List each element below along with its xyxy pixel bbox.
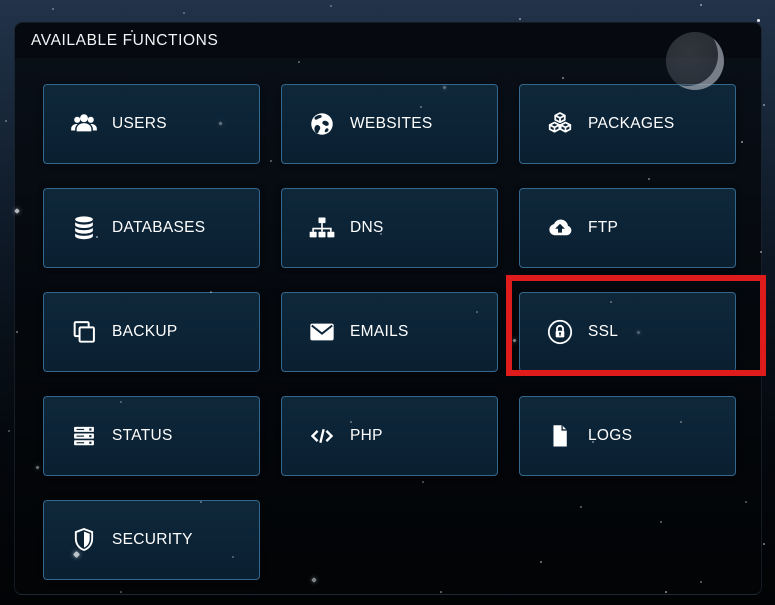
globe-icon xyxy=(307,109,337,139)
cloud-upload-icon xyxy=(545,213,575,243)
star-dot xyxy=(519,18,521,20)
clone-icon xyxy=(69,317,99,347)
star-dot xyxy=(5,120,7,122)
function-button-ftp[interactable]: FTP xyxy=(519,188,736,268)
database-icon xyxy=(69,213,99,243)
function-button-backup[interactable]: BACKUP xyxy=(43,292,260,372)
file-icon xyxy=(545,421,575,451)
panel-header: AVAILABLE FUNCTIONS xyxy=(15,23,761,58)
function-button-php[interactable]: PHP xyxy=(281,396,498,476)
page-background: AVAILABLE FUNCTIONS USERS WEBSITES PACKAGE… xyxy=(0,0,775,605)
function-label: SSL xyxy=(588,323,619,340)
function-label: STATUS xyxy=(112,427,173,444)
function-button-databases[interactable]: DATABASES xyxy=(43,188,260,268)
shield-icon xyxy=(69,525,99,555)
function-label: PACKAGES xyxy=(588,115,675,132)
function-label: PHP xyxy=(350,427,383,444)
function-label: SECURITY xyxy=(112,531,193,548)
star-dot xyxy=(763,104,765,106)
panel-title: AVAILABLE FUNCTIONS xyxy=(31,31,219,49)
star-dot xyxy=(757,19,760,22)
function-button-dns[interactable]: DNS xyxy=(281,188,498,268)
star-dot xyxy=(183,12,185,14)
function-button-websites[interactable]: WEBSITES xyxy=(281,84,498,164)
function-button-logs[interactable]: LOGS xyxy=(519,396,736,476)
function-label: FTP xyxy=(588,219,619,236)
function-button-packages[interactable]: PACKAGES xyxy=(519,84,736,164)
star-dot xyxy=(8,430,10,432)
code-icon xyxy=(307,421,337,451)
function-label: LOGS xyxy=(588,427,633,444)
function-button-security[interactable]: SECURITY xyxy=(43,500,260,580)
star-dot xyxy=(763,543,765,545)
moon-graphic xyxy=(666,32,724,90)
function-label: WEBSITES xyxy=(350,115,433,132)
function-label: EMAILS xyxy=(350,323,409,340)
available-functions-panel: AVAILABLE FUNCTIONS USERS WEBSITES PACKAGE… xyxy=(14,22,762,595)
function-button-ssl[interactable]: SSL xyxy=(519,292,736,372)
sitemap-icon xyxy=(307,213,337,243)
star-dot xyxy=(52,8,54,10)
server-icon xyxy=(69,421,99,451)
function-button-emails[interactable]: EMAILS xyxy=(281,292,498,372)
users-icon xyxy=(69,109,99,139)
star-dot xyxy=(700,4,702,6)
lock-circle-icon xyxy=(545,317,575,347)
function-label: DATABASES xyxy=(112,219,206,236)
envelope-icon xyxy=(307,317,337,347)
functions-grid: USERS WEBSITES PACKAGES DATABASES DNS FTP BACK… xyxy=(43,84,736,580)
cubes-icon xyxy=(545,109,575,139)
function-button-status[interactable]: STATUS xyxy=(43,396,260,476)
star-dot xyxy=(330,5,332,7)
function-label: BACKUP xyxy=(112,323,178,340)
function-label: USERS xyxy=(112,115,167,132)
function-label: DNS xyxy=(350,219,384,236)
function-button-users[interactable]: USERS xyxy=(43,84,260,164)
